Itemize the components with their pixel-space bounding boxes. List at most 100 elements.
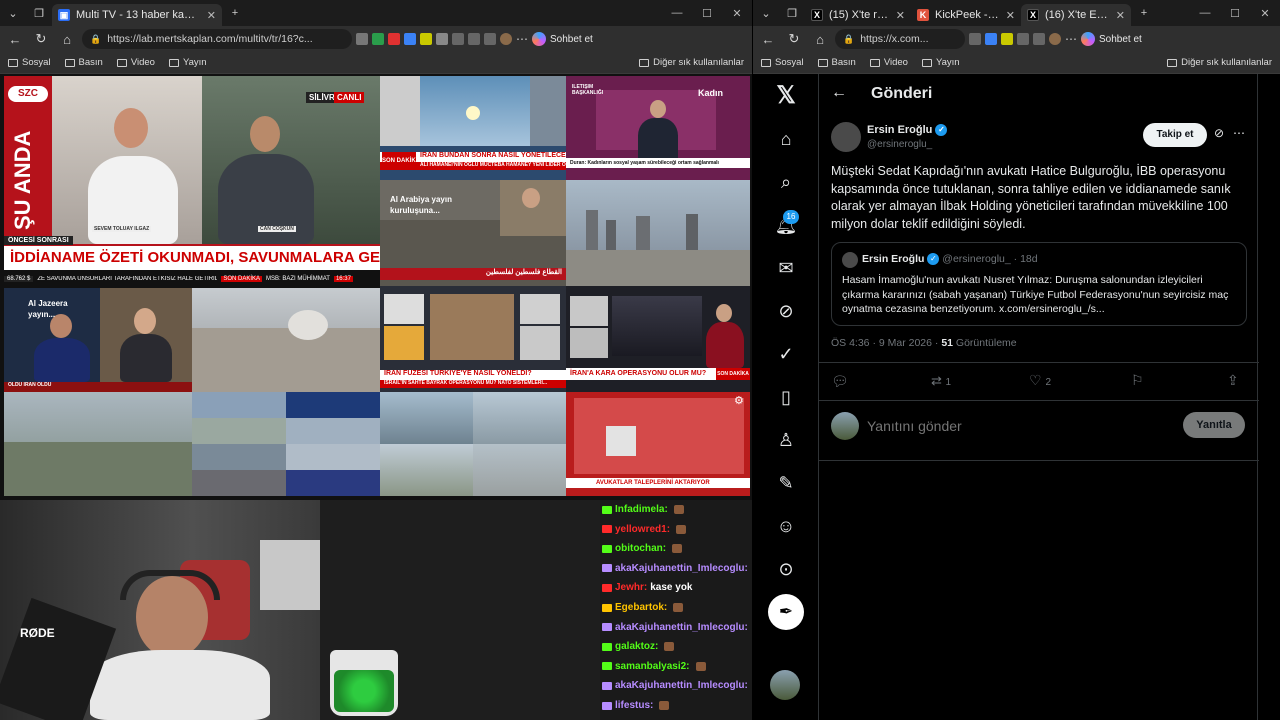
tv-tile-13[interactable]: AVUKATLAR TALEPLERİNİ AKTARIYOR ⚙: [566, 392, 750, 496]
chat-username[interactable]: Infadimela:: [615, 504, 668, 515]
bookmark-folder[interactable]: Basın: [817, 57, 856, 68]
reply-icon[interactable]: 💬︎: [831, 373, 849, 390]
verified-orgs-icon[interactable]: ✎: [773, 470, 799, 496]
tv-tile-4[interactable]: Al Arabiya yayın kuruluşuna... القطاع فل…: [380, 180, 566, 286]
close-window-icon[interactable]: ✕: [722, 7, 752, 20]
profile-avatar[interactable]: [1049, 33, 1061, 45]
workspaces-icon[interactable]: ❐: [779, 0, 805, 26]
more-icon[interactable]: ⋯: [1065, 32, 1077, 46]
repost-button[interactable]: ⇄ 1: [931, 373, 951, 389]
tab-actions-icon[interactable]: ⌄: [753, 0, 779, 26]
author-avatar[interactable]: [831, 122, 861, 152]
home-icon[interactable]: ⌂: [56, 28, 78, 50]
tab-kickpeek[interactable]: K KickPeek - Real-time ✕: [911, 4, 1021, 26]
profile-avatar[interactable]: [500, 33, 512, 45]
bookmark-folder[interactable]: Video: [116, 57, 155, 68]
settings-gear-icon[interactable]: ⚙: [734, 394, 746, 407]
grok-icon[interactable]: ⊘: [773, 298, 799, 324]
tv-tile-9[interactable]: İRAN'A KARA OPERASYONU OLUR MU? SON DAKİ…: [566, 286, 750, 392]
tab-x-1[interactable]: X (15) X'te roi kais • ... ✕: [805, 4, 911, 26]
address-bar[interactable]: 🔒 https://lab.mertskaplan.com/multitv/tr…: [82, 29, 352, 49]
like-button[interactable]: ♡ 2: [1029, 372, 1051, 389]
refresh-icon[interactable]: ↻: [30, 28, 52, 50]
extension-icon[interactable]: [404, 33, 416, 45]
chat-username[interactable]: yellowred1:: [615, 524, 670, 535]
extension-icon[interactable]: [356, 33, 368, 45]
copilot-button[interactable]: Sohbet et: [1081, 32, 1142, 46]
bookmark-folder[interactable]: Sosyal: [8, 57, 51, 68]
home-icon[interactable]: ⌂: [773, 126, 799, 152]
follow-button[interactable]: Takip et: [1143, 123, 1207, 147]
grok-explain-icon[interactable]: ⊘: [1214, 126, 1224, 140]
tv-tile-12[interactable]: [380, 392, 566, 496]
chat-username[interactable]: akaKajuhanettin_Imlecoglu:: [615, 622, 748, 633]
share-icon[interactable]: ⇪: [1227, 372, 1239, 389]
bookmark-folder[interactable]: Sosyal: [761, 57, 804, 68]
favorites-icon[interactable]: [1033, 33, 1045, 45]
reply-submit-button[interactable]: Yanıtla: [1183, 412, 1245, 438]
minimize-icon[interactable]: —: [1190, 7, 1220, 20]
chat-username[interactable]: obitochan:: [615, 543, 666, 554]
more-icon[interactable]: ⋯: [516, 32, 528, 46]
extension-icon[interactable]: [420, 33, 432, 45]
profile-icon[interactable]: ☺: [773, 513, 799, 539]
tv-tile-3[interactable]: İLETİŞİM BAŞKANLIĞI Kadın Duran: Kadınla…: [566, 76, 750, 180]
chat-username[interactable]: Egebartok:: [615, 602, 667, 613]
premium-icon[interactable]: ✓: [773, 341, 799, 367]
minimize-icon[interactable]: —: [662, 7, 692, 20]
extension-icon[interactable]: [969, 33, 981, 45]
favorites-icon[interactable]: [468, 33, 480, 45]
chat-username[interactable]: galaktoz:: [615, 641, 658, 652]
back-icon[interactable]: ←: [4, 28, 26, 50]
tv-tile-2[interactable]: İRAN BUNDAN SONRA NASIL YÖNETİLECEK? ALİ…: [380, 76, 566, 180]
maximize-icon[interactable]: ☐: [692, 7, 722, 20]
extension-icon[interactable]: [1001, 33, 1013, 45]
refresh-icon[interactable]: ↻: [783, 28, 805, 50]
reply-input[interactable]: [867, 414, 1167, 438]
maximize-icon[interactable]: ☐: [1220, 7, 1250, 20]
address-bar[interactable]: 🔒 https://x.com...: [835, 29, 965, 49]
chat-username[interactable]: lifestus:: [615, 700, 653, 711]
more-circle-icon[interactable]: ⊙: [773, 556, 799, 582]
bookmark-icon[interactable]: ⚐: [1131, 372, 1144, 389]
bookmarks-icon[interactable]: ▯: [773, 384, 799, 410]
other-favorites[interactable]: Diğer sık kullanılanlar: [639, 57, 744, 68]
tab-x-2[interactable]: X (16) X'te Ersin Eroğlu ✕: [1021, 4, 1131, 26]
tab-actions-icon[interactable]: ⌄: [0, 0, 26, 26]
explore-search-icon[interactable]: ⌕: [773, 169, 799, 195]
close-tab-icon[interactable]: ✕: [1006, 9, 1015, 22]
workspaces-icon[interactable]: ❐: [26, 0, 52, 26]
quoted-post[interactable]: Ersin Eroğlu ✓ @ersineroglu_ · 18d Hasam…: [831, 242, 1247, 326]
close-tab-icon[interactable]: ✕: [207, 9, 216, 22]
back-icon[interactable]: ←: [757, 28, 779, 50]
extension-icon[interactable]: [436, 33, 448, 45]
tv-tile-5[interactable]: [566, 180, 750, 286]
close-tab-icon[interactable]: ✕: [1116, 9, 1125, 22]
chat-username[interactable]: akaKajuhanettin_Imlecoglu:: [615, 563, 748, 574]
tv-tile-11[interactable]: [192, 392, 380, 496]
tv-tile-6[interactable]: Al Jazeera yayın... ÖLDÜ İRAN ÖLDÜ: [4, 288, 192, 392]
bookmark-folder[interactable]: Yayın: [921, 57, 960, 68]
other-favorites[interactable]: Diğer sık kullanılanlar: [1167, 57, 1272, 68]
new-tab-icon[interactable]: +: [1131, 0, 1157, 26]
back-arrow-icon[interactable]: ←: [831, 84, 847, 102]
bookmark-folder[interactable]: Video: [869, 57, 908, 68]
post-more-icon[interactable]: ⋯: [1233, 126, 1245, 140]
tv-tile-10[interactable]: [4, 392, 192, 496]
messages-mail-icon[interactable]: ✉: [773, 255, 799, 281]
split-icon[interactable]: [452, 33, 464, 45]
extension-icon[interactable]: [388, 33, 400, 45]
close-window-icon[interactable]: ✕: [1250, 7, 1280, 20]
copilot-button[interactable]: Sohbet et: [532, 32, 593, 46]
chat-username[interactable]: akaKajuhanettin_Imlecoglu:: [615, 680, 748, 691]
post-timestamp[interactable]: ÖS 4:36 · 9 Mar 2026 ·: [831, 337, 941, 349]
split-icon[interactable]: [1017, 33, 1029, 45]
author-name-row[interactable]: Ersin Eroğlu ✓: [867, 124, 948, 137]
tv-tile-7[interactable]: [192, 288, 380, 392]
extension-icon[interactable]: [985, 33, 997, 45]
close-tab-icon[interactable]: ✕: [896, 9, 905, 22]
tv-tile-8[interactable]: İRAN FÜZESİ TÜRKİYE'YE NASIL YÖNELDİ? İS…: [380, 286, 566, 392]
author-handle[interactable]: @ersineroglu_: [867, 139, 932, 150]
bookmark-folder[interactable]: Basın: [64, 57, 103, 68]
chat-username[interactable]: Jewhr:: [615, 582, 647, 593]
